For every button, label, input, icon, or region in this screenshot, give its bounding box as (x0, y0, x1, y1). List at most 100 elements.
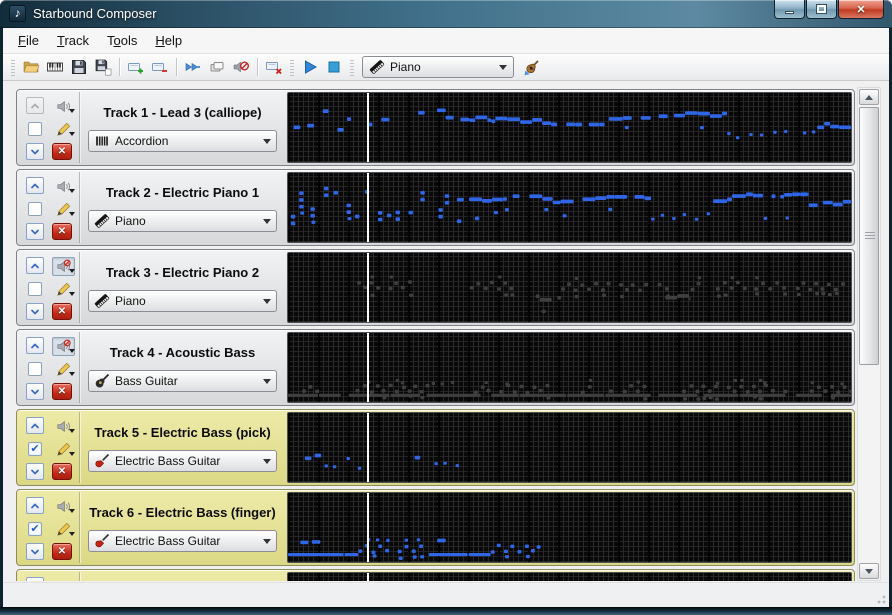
open-song-button[interactable] (19, 56, 43, 78)
move-track-up-button[interactable] (26, 257, 44, 274)
move-track-up-button[interactable] (26, 417, 44, 434)
mute-track-button[interactable] (52, 417, 75, 436)
change-instrument-button[interactable] (520, 56, 544, 78)
instrument-combobox[interactable]: Bass Guitar (88, 370, 277, 392)
scroll-up-button[interactable] (859, 89, 879, 105)
edit-track-button[interactable] (52, 440, 75, 459)
edit-track-button[interactable] (52, 280, 75, 299)
delete-track-button[interactable]: ✕ (52, 463, 72, 480)
mute-track-button[interactable] (52, 177, 75, 196)
duplicate-track-icon (210, 62, 224, 72)
resize-grip[interactable] (874, 592, 886, 604)
delete-track-button[interactable]: ✕ (52, 543, 72, 560)
delete-tracks-button[interactable] (262, 56, 286, 78)
track-select-checkbox[interactable]: ✔ (28, 442, 42, 456)
chevron-down-icon (263, 298, 271, 308)
instrument-combobox[interactable]: Piano (88, 290, 277, 312)
scroll-down-button[interactable] (859, 563, 879, 579)
move-track-down-button[interactable] (26, 543, 44, 560)
minimize-icon (785, 10, 794, 14)
play-button[interactable] (298, 56, 322, 78)
playhead (367, 413, 369, 482)
vertical-scrollbar[interactable] (857, 87, 881, 581)
track-select-checkbox[interactable]: ✔ (28, 522, 42, 536)
instrument-combobox[interactable]: Electric Bass Guitar (88, 450, 277, 472)
delete-track-button[interactable]: ✕ (52, 303, 72, 320)
edit-track-button[interactable] (52, 200, 75, 219)
track-select-checkbox[interactable]: ✔ (28, 202, 42, 216)
maximize-button[interactable] (806, 0, 837, 19)
piano-roll[interactable] (287, 572, 852, 581)
move-track-up-button[interactable] (26, 577, 44, 581)
play-icon (305, 60, 318, 74)
mute-tracks-button[interactable] (229, 56, 253, 78)
piano-roll[interactable] (287, 332, 852, 403)
mute-track-button[interactable] (52, 257, 75, 276)
instrument-combobox-value: Piano (115, 214, 146, 228)
default-instrument-combobox[interactable]: Piano (362, 56, 514, 78)
move-track-down-button[interactable] (26, 303, 44, 320)
remove-track-button[interactable] (148, 56, 172, 78)
track-controls: ✔ ✕ (19, 492, 79, 563)
mute-track-button[interactable] (52, 337, 75, 356)
add-track-button[interactable] (124, 56, 148, 78)
instrument-combobox[interactable]: Electric Bass Guitar (88, 530, 277, 552)
chevron-up-icon (31, 503, 39, 508)
menu-bar: File Track Tools Help (3, 28, 889, 54)
edit-track-button[interactable] (52, 520, 75, 539)
piano-roll[interactable] (287, 252, 852, 323)
duplicate-track-button[interactable] (205, 56, 229, 78)
track-row-6: ✔ ✕ Track 6 - Electric Bass (finger) Ele… (16, 489, 855, 566)
move-track-down-button[interactable] (26, 223, 44, 240)
stop-button[interactable] (322, 56, 346, 78)
track-title: Track 5 - Electric Bass (pick) (94, 425, 271, 440)
track-controls: ✔ ✕ (19, 412, 79, 483)
piano-roll[interactable] (287, 492, 852, 563)
track-title: Track 3 - Electric Piano 2 (105, 265, 260, 280)
main-area: ✔ ✕ Track 1 - Lead 3 (calliope) Accordio… (3, 81, 889, 607)
move-track-up-button[interactable] (26, 177, 44, 194)
menu-item-track[interactable]: Track (48, 29, 98, 52)
note-events (288, 573, 851, 581)
move-track-down-button[interactable] (26, 383, 44, 400)
delete-track-button[interactable]: ✕ (52, 383, 72, 400)
save-icon (72, 60, 86, 74)
save-as-button[interactable] (91, 56, 115, 78)
menu-item-file[interactable]: File (9, 29, 48, 52)
instrument-icon (94, 133, 110, 149)
instrument-combobox-value: Bass Guitar (115, 374, 178, 388)
mute-track-button[interactable] (52, 97, 75, 116)
piano-roll[interactable] (287, 172, 852, 243)
scrollbar-thumb[interactable] (859, 107, 879, 365)
menu-item-tools[interactable]: Tools (98, 29, 146, 52)
mute-track-button[interactable] (52, 577, 75, 581)
instrument-combobox[interactable]: Piano (88, 210, 277, 232)
edit-track-button[interactable] (52, 120, 75, 139)
track-header: Track 6 - Electric Bass (finger) Electri… (79, 492, 285, 563)
chevron-down-icon (31, 229, 39, 234)
chevron-down-icon (69, 429, 75, 436)
move-track-down-button[interactable] (26, 143, 44, 160)
track-select-checkbox[interactable]: ✔ (28, 282, 42, 296)
merge-tracks-button[interactable] (181, 56, 205, 78)
move-track-up-button[interactable] (26, 497, 44, 514)
track-header: Track 1 - Lead 3 (calliope) Accordion (79, 92, 285, 163)
delete-track-button[interactable]: ✕ (52, 223, 72, 240)
import-midi-button[interactable] (43, 56, 67, 78)
minimize-button[interactable] (774, 0, 805, 19)
track-select-checkbox[interactable]: ✔ (28, 122, 42, 136)
track-select-checkbox[interactable]: ✔ (28, 362, 42, 376)
delete-track-button[interactable]: ✕ (52, 143, 72, 160)
instrument-combobox[interactable]: Accordion (88, 130, 277, 152)
track-row-1: ✔ ✕ Track 1 - Lead 3 (calliope) Accordio… (16, 89, 855, 166)
piano-roll[interactable] (287, 412, 852, 483)
mute-track-button[interactable] (52, 497, 75, 516)
move-track-up-button[interactable] (26, 97, 44, 114)
edit-track-button[interactable] (52, 360, 75, 379)
save-button[interactable] (67, 56, 91, 78)
piano-roll[interactable] (287, 92, 852, 163)
move-track-down-button[interactable] (26, 463, 44, 480)
close-button[interactable]: ✕ (838, 0, 884, 19)
move-track-up-button[interactable] (26, 337, 44, 354)
menu-item-help[interactable]: Help (146, 29, 191, 52)
